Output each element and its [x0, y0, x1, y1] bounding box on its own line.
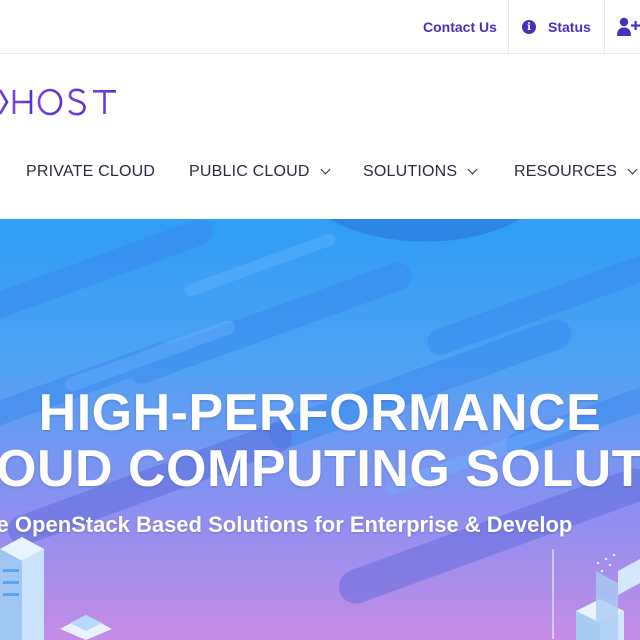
nav-item-label: PUBLIC CLOUD [189, 163, 310, 180]
user-plus-icon[interactable] [617, 17, 640, 37]
main-nav: PRIVATE CLOUD PUBLIC CLOUD SOLUTIONS RES… [0, 150, 640, 194]
chevron-down-icon [320, 164, 331, 175]
nav-item-public-cloud[interactable]: PUBLIC CLOUD [189, 150, 331, 194]
logo-wordmark [0, 88, 116, 116]
contact-us-link[interactable]: Contact Us [423, 0, 497, 54]
nav-item-private-cloud[interactable]: PRIVATE CLOUD [26, 150, 155, 194]
nav-item-label: SOLUTIONS [363, 163, 458, 180]
hero-title-line1: HIGH-PERFORMANCE [38, 384, 602, 442]
top-utility-bar: Contact Us i Status [0, 0, 640, 54]
nav-item-resources[interactable]: RESOURCES [514, 150, 638, 194]
chevron-down-icon [467, 164, 478, 175]
nav-item-solutions[interactable]: SOLUTIONS [363, 150, 478, 194]
info-icon: i [522, 20, 536, 34]
divider [508, 0, 509, 54]
chevron-down-icon [627, 164, 638, 175]
nav-item-label: RESOURCES [514, 163, 618, 180]
status-link[interactable]: i Status [522, 0, 591, 54]
site-logo[interactable] [0, 82, 120, 122]
status-label: Status [548, 19, 591, 35]
hero-banner: HIGH-PERFORMANCE OUD COMPUTING SOLUTIO r… [0, 219, 640, 640]
divider [604, 0, 605, 54]
nav-item-label: PRIVATE CLOUD [26, 163, 156, 180]
hero-title-line2: OUD COMPUTING SOLUTIO [0, 440, 640, 498]
hero-subtitle: re OpenStack Based Solutions for Enterpr… [0, 512, 573, 537]
